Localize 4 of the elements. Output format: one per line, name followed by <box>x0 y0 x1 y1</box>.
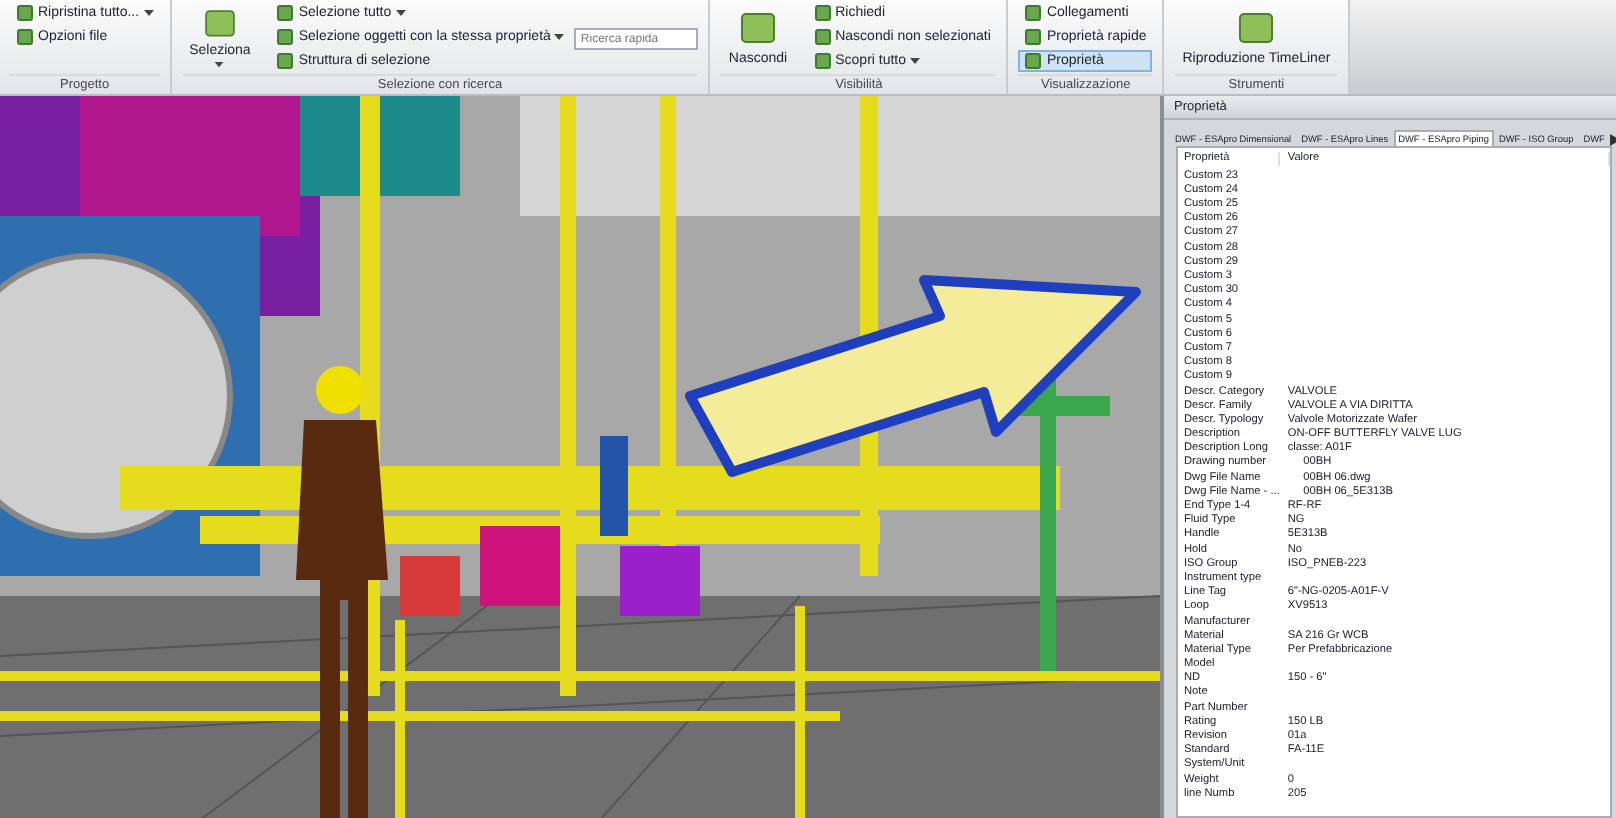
scroll-right-icon[interactable] <box>1609 134 1616 146</box>
command-icon <box>199 6 240 41</box>
command-icon <box>738 7 779 47</box>
command-icon <box>1236 7 1277 47</box>
